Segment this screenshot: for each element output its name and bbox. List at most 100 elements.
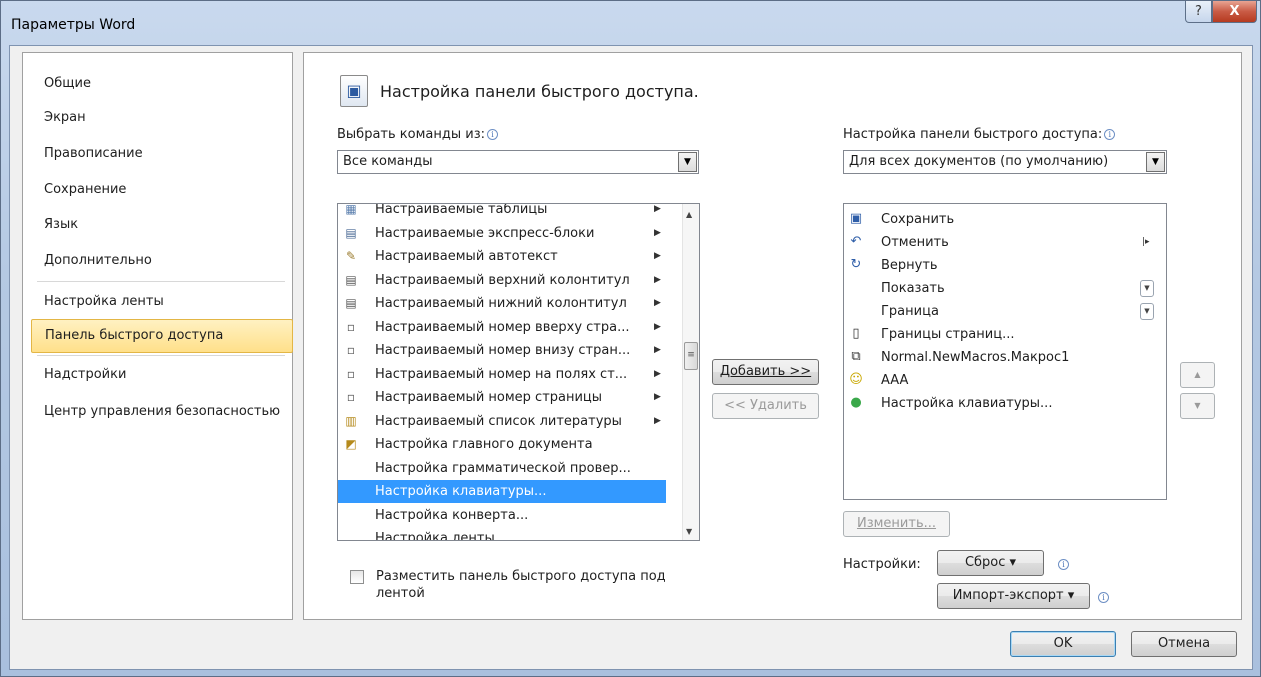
dialog-body: Общие Экран Правописание Сохранение Язык… <box>9 45 1253 670</box>
settings-label: Настройки: <box>843 557 921 572</box>
keyboard-settings-icon: ● <box>850 395 862 410</box>
list-item[interactable]: ▯ Границы страниц... <box>844 323 1166 346</box>
submenu-arrow-icon: ▶ <box>654 369 661 379</box>
nav-item-proofing[interactable]: Правописание <box>23 137 292 171</box>
close-button[interactable]: X <box>1212 1 1257 23</box>
submenu-arrow-icon: ▶ <box>654 275 661 285</box>
move-down-button[interactable]: ▼ <box>1180 393 1215 419</box>
list-item[interactable]: ▦ Настраиваемые таблицы ▶ <box>338 203 683 221</box>
modify-button[interactable]: Изменить... <box>843 511 950 537</box>
list-item[interactable]: ☺ AAA <box>844 369 1166 392</box>
choose-commands-select[interactable]: Все команды ▼ <box>337 150 699 174</box>
list-item[interactable]: ▥ Настраиваемый список литературы ▶ <box>338 410 683 433</box>
ok-button[interactable]: OK <box>1010 631 1116 657</box>
list-item[interactable]: ● Настройка клавиатуры... <box>844 392 1166 415</box>
list-item[interactable]: ▣ Сохранить <box>844 208 1166 231</box>
list-item-label: Отменить <box>881 235 949 250</box>
master-document-icon: ◩ <box>345 437 357 451</box>
nav-item-advanced[interactable]: Дополнительно <box>23 244 292 278</box>
list-item[interactable]: ↶ Отменить |▸ <box>844 231 1166 254</box>
separator-arrow-icon: |▸ <box>1142 237 1150 247</box>
list-item-label: Настраиваемый нижний колонтитул <box>375 296 627 311</box>
list-item-selected[interactable]: Настройка клавиатуры... <box>338 480 666 503</box>
bibliography-icon: ▥ <box>345 414 357 428</box>
list-item[interactable]: Граница ▼ <box>844 300 1166 323</box>
submenu-arrow-icon: ▶ <box>654 251 661 261</box>
quick-access-panel: ▣ Настройка панели быстрого доступа. Выб… <box>303 52 1242 620</box>
nav-item-quick-access-toolbar[interactable]: Панель быстрого доступа <box>31 319 293 353</box>
list-item[interactable]: ▤ Настраиваемый верхний колонтитул ▶ <box>338 269 683 292</box>
info-icon[interactable]: i <box>487 129 498 140</box>
info-icon[interactable]: i <box>1058 559 1069 570</box>
info-icon[interactable]: i <box>1098 592 1109 603</box>
chevron-down-icon[interactable]: ▼ <box>678 152 697 172</box>
list-item[interactable]: Настройка конверта... <box>338 504 683 527</box>
list-item[interactable]: ✎ Настраиваемый автотекст ▶ <box>338 245 683 268</box>
import-export-button[interactable]: Импорт-экспорт ▾ <box>937 583 1090 609</box>
list-item[interactable]: Настройка ленты... <box>338 527 683 541</box>
list-item[interactable]: ▫ Настраиваемый номер вверху стра... ▶ <box>338 316 683 339</box>
customize-toolbar-select[interactable]: Для всех документов (по умолчанию) ▼ <box>843 150 1167 174</box>
reset-button[interactable]: Сброс ▾ <box>937 550 1044 576</box>
macro-icon: ⧉ <box>851 349 861 364</box>
list-item[interactable]: Показать ▼ <box>844 277 1166 300</box>
title-bar: Параметры Word ? X <box>1 1 1260 45</box>
import-export-button-label: Импорт-экспорт ▾ <box>952 588 1075 603</box>
page-number-icon: ▫ <box>346 390 356 404</box>
list-item[interactable]: ▫ Настраиваемый номер внизу стран... ▶ <box>338 339 683 362</box>
customize-toolbar-value: Для всех документов (по умолчанию) <box>849 154 1109 169</box>
list-item[interactable]: ▤ Настраиваемый нижний колонтитул ▶ <box>338 292 683 315</box>
nav-item-trust-center[interactable]: Центр управления безопасностью <box>23 395 292 429</box>
move-up-button[interactable]: ▲ <box>1180 362 1215 388</box>
page-heading: Настройка панели быстрого доступа. <box>380 82 699 101</box>
submenu-arrow-icon: ▶ <box>654 345 661 355</box>
submenu-arrow-icon: ▶ <box>654 204 661 214</box>
submenu-arrow-icon: ▶ <box>654 322 661 332</box>
nav-item-language[interactable]: Язык <box>23 208 292 242</box>
remove-button[interactable]: << Удалить <box>712 393 819 419</box>
help-button[interactable]: ? <box>1185 1 1212 23</box>
list-item[interactable]: Настройка грамматической провер... <box>338 457 683 480</box>
customize-toolbar-label: Настройка панели быстрого доступа: i <box>843 127 1116 142</box>
undo-icon: ↶ <box>850 234 862 249</box>
list-item[interactable]: ▫ Настраиваемый номер на полях ст... ▶ <box>338 363 683 386</box>
info-icon[interactable]: i <box>1104 129 1116 140</box>
list-item-label: Настройка клавиатуры... <box>375 484 547 499</box>
nav-item-general[interactable]: Общие <box>23 67 292 101</box>
header-icon: ▤ <box>345 273 357 287</box>
list-item-label: Настройка ленты... <box>375 531 508 541</box>
list-item[interactable]: ▫ Настраиваемый номер страницы ▶ <box>338 386 683 409</box>
submenu-arrow-icon: ▶ <box>654 298 661 308</box>
table-icon: ▦ <box>345 203 357 216</box>
nav-item-customize-ribbon[interactable]: Настройка ленты <box>23 285 292 319</box>
dropdown-indicator-icon: ▼ <box>1140 303 1154 320</box>
list-item-label: Настраиваемые экспресс-блоки <box>375 226 595 241</box>
submenu-arrow-icon: ▶ <box>654 392 661 402</box>
nav-item-save[interactable]: Сохранение <box>23 173 292 207</box>
cancel-button-label: Отмена <box>1157 636 1211 651</box>
scroll-thumb[interactable]: ≡ <box>684 342 698 370</box>
show-below-ribbon-checkbox[interactable] <box>350 570 364 584</box>
list-item[interactable]: ◩ Настройка главного документа <box>338 433 683 456</box>
nav-item-addins[interactable]: Надстройки <box>23 358 292 392</box>
word-options-dialog: Параметры Word ? X Общие Экран Правописа… <box>0 0 1261 677</box>
commands-scrollbar[interactable]: ▲ ≡ ▼ <box>682 204 699 540</box>
list-item[interactable]: ⧉ Normal.NewMacros.Макрос1 <box>844 346 1166 369</box>
scroll-up-arrow-icon[interactable]: ▲ <box>686 210 692 219</box>
commands-list[interactable]: ▦ Настраиваемые таблицы ▶ ▤ Настраиваемые э… <box>337 203 700 541</box>
chevron-down-icon[interactable]: ▼ <box>1146 152 1165 172</box>
list-item-label: Настраиваемые таблицы <box>375 203 548 217</box>
ok-button-label: OK <box>1053 636 1073 651</box>
add-button[interactable]: Добавить >> <box>712 359 819 385</box>
window-title: Параметры Word <box>11 17 136 33</box>
nav-item-display[interactable]: Экран <box>23 101 292 135</box>
cancel-button[interactable]: Отмена <box>1131 631 1237 657</box>
list-item[interactable]: ↻ Вернуть <box>844 254 1166 277</box>
list-item-label: Normal.NewMacros.Макрос1 <box>881 350 1070 365</box>
toolbar-items-list[interactable]: ▣ Сохранить ↶ Отменить |▸ ↻ Вернуть Показать… <box>843 203 1167 500</box>
show-below-ribbon-label[interactable]: Разместить панель быстрого доступа под л… <box>376 568 686 602</box>
reset-button-label: Сброс ▾ <box>964 555 1017 570</box>
scroll-down-arrow-icon[interactable]: ▼ <box>686 527 692 536</box>
list-item-label: AAA <box>881 373 909 388</box>
list-item[interactable]: ▤ Настраиваемые экспресс-блоки ▶ <box>338 222 683 245</box>
